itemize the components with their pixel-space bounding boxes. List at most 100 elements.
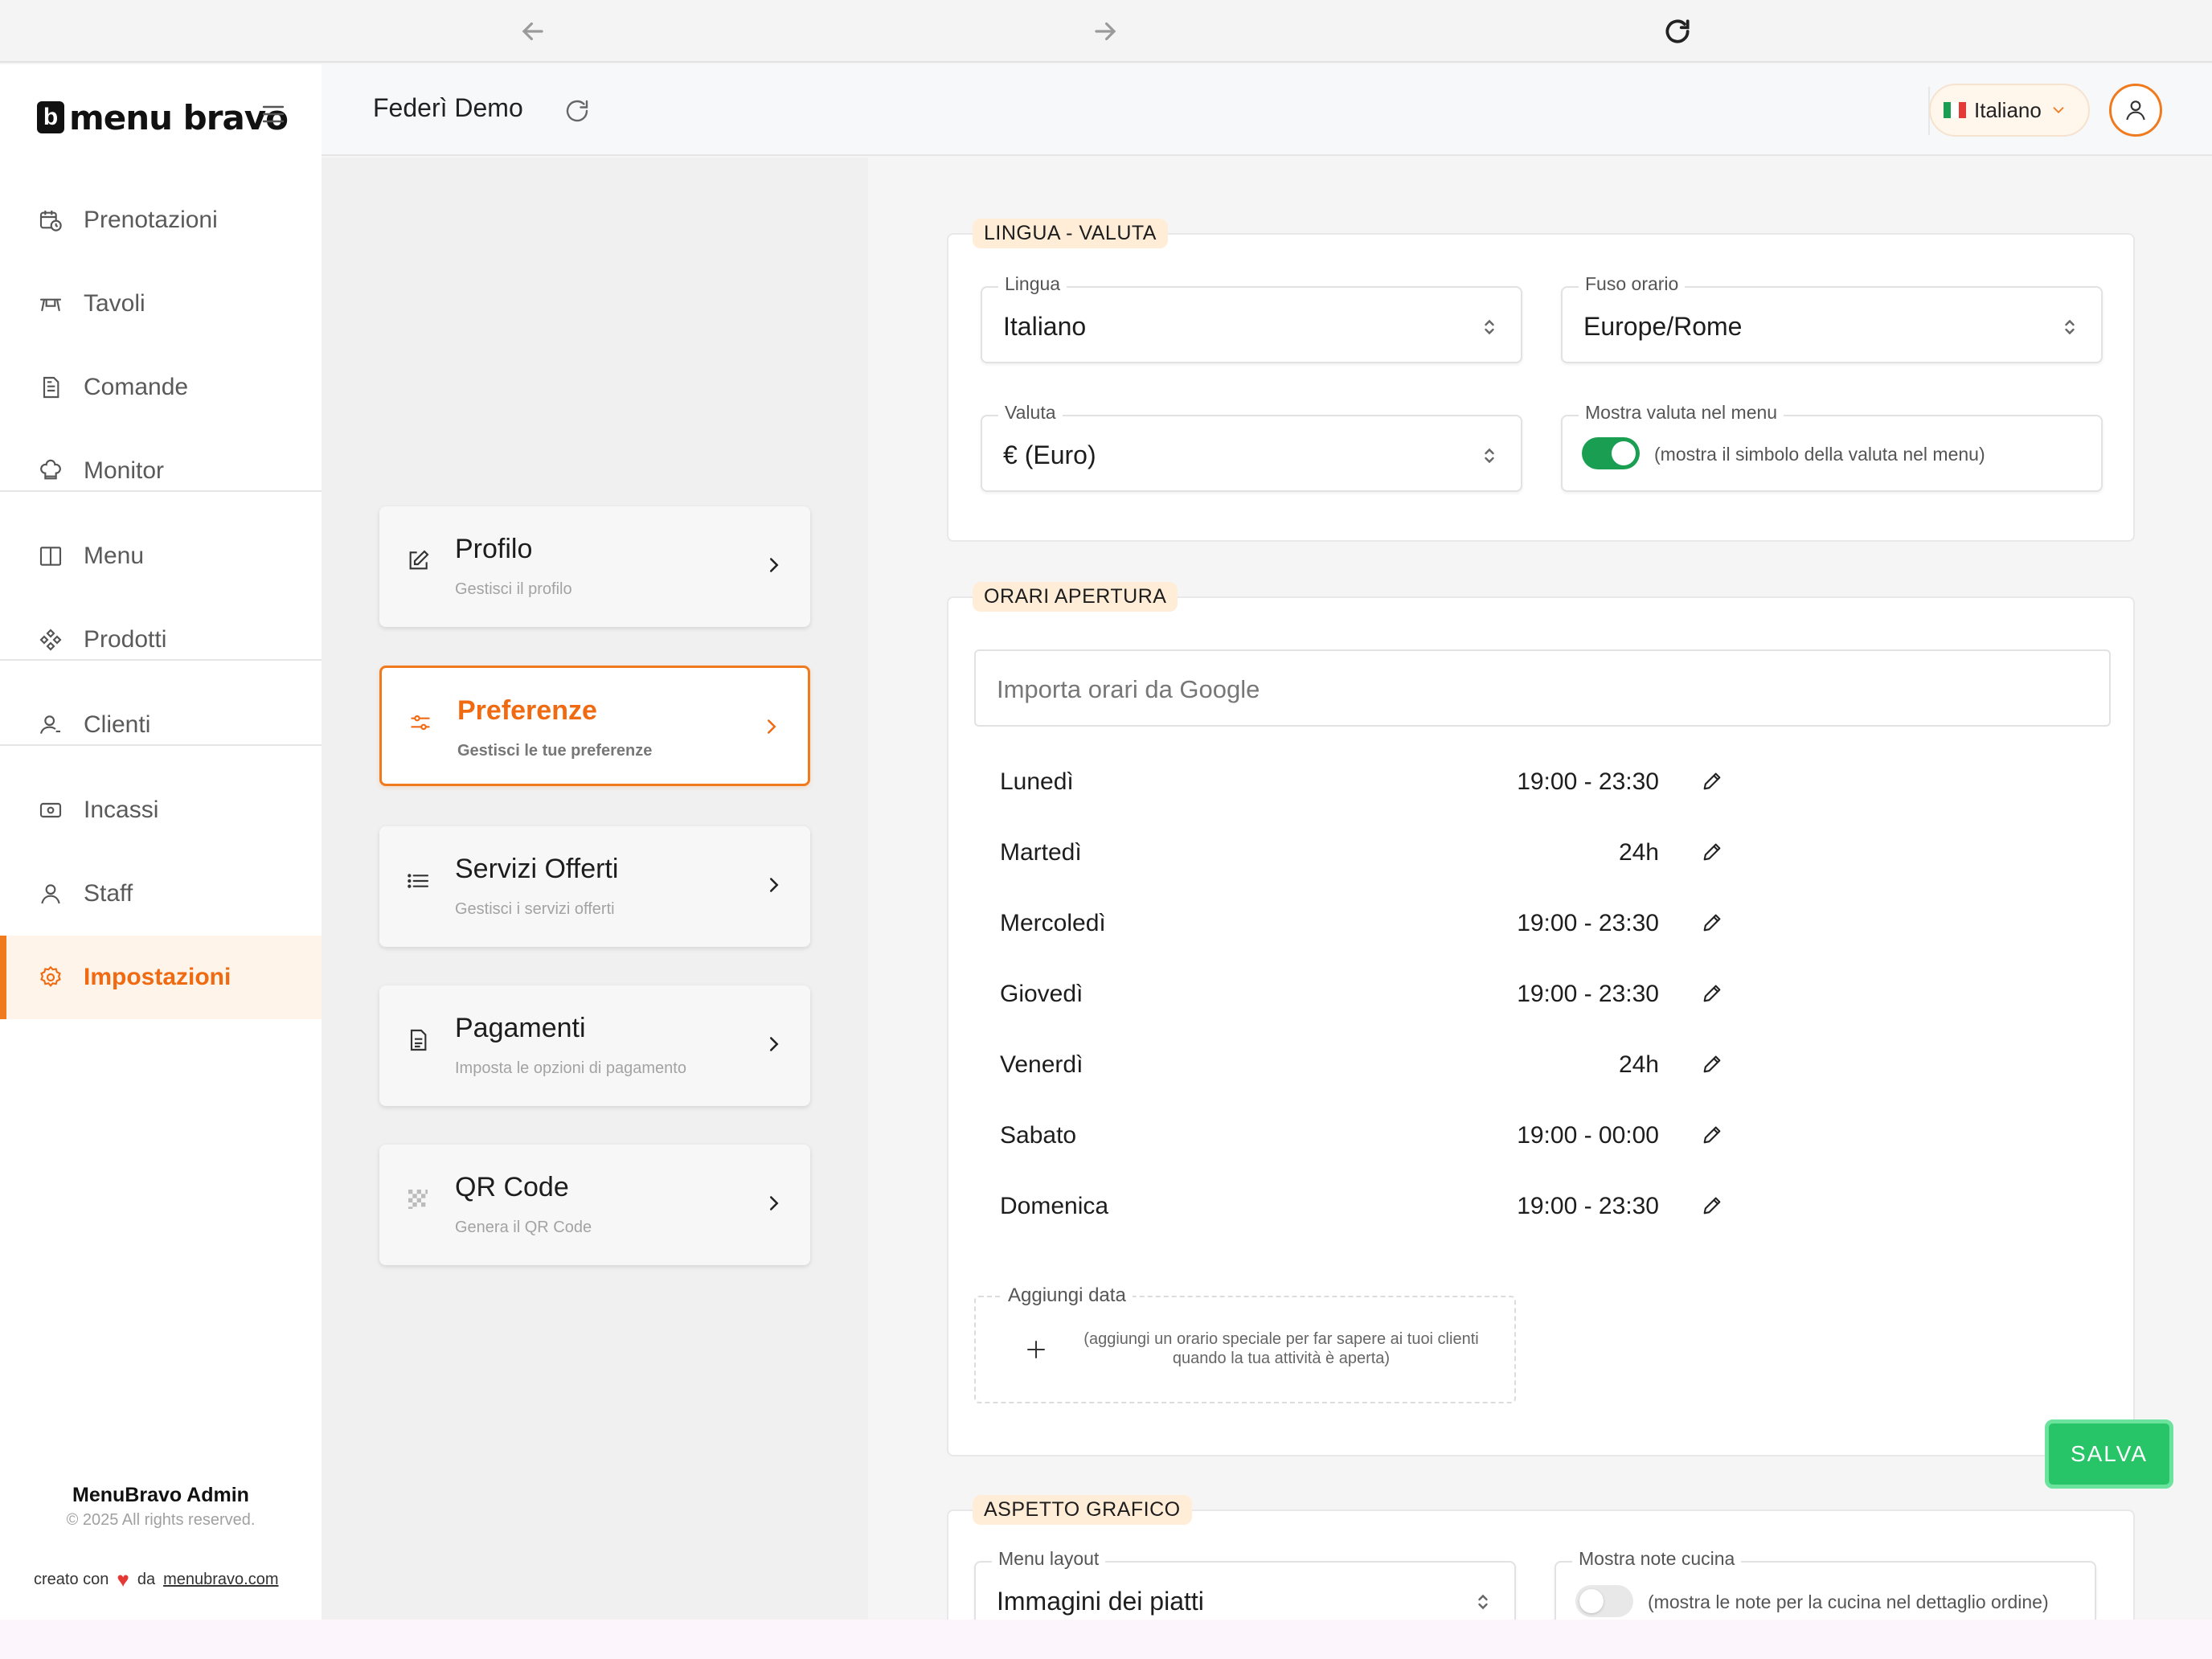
field-label: Fuso orario bbox=[1579, 273, 1686, 295]
import-label: Importa orari da Google bbox=[997, 675, 1260, 703]
menubravo-link[interactable]: menubravo.com bbox=[163, 1571, 278, 1589]
sidebar-item-incassi[interactable]: Incassi bbox=[0, 768, 322, 852]
fuso-orario-select[interactable]: Fuso orario Europe/Rome bbox=[1561, 273, 2103, 363]
sidebar-item-staff[interactable]: Staff bbox=[0, 852, 322, 936]
time-range: 24h bbox=[1618, 1051, 1659, 1078]
diamond-grid-icon bbox=[37, 626, 64, 653]
brand-logo[interactable]: b menu bravo bbox=[37, 93, 289, 141]
sidebar-item-comande[interactable]: Comande bbox=[0, 346, 322, 429]
hours-row-venerdi: Venerdì 24h bbox=[1000, 1040, 1723, 1088]
settings-card-preferenze[interactable]: Preferenze Gestisci le tue preferenze bbox=[379, 666, 810, 786]
footer-title: MenuBravo Admin bbox=[72, 1484, 249, 1506]
card-subtitle: Imposta le opzioni di pagamento bbox=[455, 1059, 686, 1077]
hours-row-martedi: Martedì 24h bbox=[1000, 828, 1723, 876]
add-special-date-button[interactable]: Aggiungi data (aggiungi un orario specia… bbox=[974, 1284, 1516, 1403]
sidebar-item-monitor[interactable]: Monitor bbox=[0, 429, 322, 513]
section-title: ORARI APERTURA bbox=[973, 582, 1178, 612]
pencil-icon[interactable] bbox=[1701, 1124, 1723, 1146]
document-icon bbox=[37, 374, 64, 401]
credit-mid: da bbox=[137, 1571, 156, 1588]
forward-button[interactable] bbox=[1088, 14, 1122, 48]
card-title: QR Code bbox=[455, 1172, 569, 1202]
back-button[interactable] bbox=[516, 14, 550, 48]
card-title: Servizi Offerti bbox=[455, 854, 619, 884]
day-label: Sabato bbox=[1000, 1122, 1077, 1149]
arrow-right-icon bbox=[1095, 22, 1116, 41]
chevron-right-icon bbox=[770, 1196, 779, 1210]
settings-navigation: Profilo Gestisci il profilo Preferenze G… bbox=[322, 158, 868, 1620]
pencil-icon[interactable] bbox=[1701, 1194, 1723, 1217]
pencil-icon[interactable] bbox=[1701, 911, 1723, 934]
calendar-clock-icon bbox=[37, 207, 64, 234]
add-date-label: Aggiungi data bbox=[1002, 1284, 1133, 1307]
logo-mark: b bbox=[37, 101, 64, 133]
chevron-right-icon bbox=[770, 1037, 779, 1051]
select-arrows-icon bbox=[2065, 319, 2075, 335]
browser-toolbar bbox=[0, 0, 2212, 63]
settings-card-profilo[interactable]: Profilo Gestisci il profilo bbox=[379, 506, 810, 627]
time-range: 24h bbox=[1618, 839, 1659, 866]
sidebar-item-label: Impostazioni bbox=[84, 964, 231, 990]
user-icon bbox=[2126, 100, 2145, 121]
field-label: Mostra valuta nel menu bbox=[1579, 402, 1784, 424]
hours-row-giovedi: Giovedì 19:00 - 23:30 bbox=[1000, 969, 1723, 1018]
table-icon bbox=[37, 290, 64, 317]
store-name: Federì Demo bbox=[373, 93, 523, 122]
hamburger-menu-icon[interactable] bbox=[259, 100, 288, 129]
arrow-left-icon bbox=[522, 22, 543, 41]
settings-card-qrcode[interactable]: QR Code Genera il QR Code bbox=[379, 1145, 810, 1265]
card-title: Profilo bbox=[455, 534, 533, 564]
section-title: LINGUA - VALUTA bbox=[973, 219, 1168, 248]
field-label: Menu layout bbox=[992, 1548, 1106, 1570]
sidebar-item-menu[interactable]: Menu bbox=[0, 514, 322, 598]
sidebar-item-label: Monitor bbox=[84, 457, 165, 484]
field-label: Valuta bbox=[998, 402, 1063, 424]
cash-icon bbox=[37, 797, 64, 824]
user-avatar[interactable] bbox=[2109, 84, 2162, 137]
sidebar-item-label: Staff bbox=[84, 880, 133, 907]
mostra-valuta-toggle[interactable] bbox=[1582, 437, 1640, 469]
language-selector[interactable]: Italiano bbox=[1929, 84, 2090, 137]
refresh-icon[interactable] bbox=[563, 96, 592, 125]
settings-card-pagamenti[interactable]: Pagamenti Imposta le opzioni di pagament… bbox=[379, 985, 810, 1106]
pencil-icon[interactable] bbox=[1701, 841, 1723, 863]
sidebar-item-prodotti[interactable]: Prodotti bbox=[0, 598, 322, 682]
card-title: Preferenze bbox=[457, 695, 597, 726]
time-range: 19:00 - 23:30 bbox=[1517, 910, 1659, 936]
heart-icon: ♥ bbox=[117, 1567, 129, 1591]
sidebar-item-tavoli[interactable]: Tavoli bbox=[0, 262, 322, 346]
sidebar-item-clienti[interactable]: Clienti bbox=[0, 683, 322, 767]
sidebar-item-prenotazioni[interactable]: Prenotazioni bbox=[0, 178, 322, 262]
day-label: Domenica bbox=[1000, 1193, 1109, 1219]
sidebar: b menu bravo Prenotazioni Tavoli Comande… bbox=[0, 64, 322, 1620]
card-subtitle: Genera il QR Code bbox=[455, 1219, 592, 1236]
hours-row-lunedi: Lunedì 19:00 - 23:30 bbox=[1000, 757, 1723, 805]
pencil-icon[interactable] bbox=[1701, 982, 1723, 1005]
settings-card-servizi[interactable]: Servizi Offerti Gestisci i servizi offer… bbox=[379, 826, 810, 947]
note-cucina-toggle[interactable] bbox=[1575, 1585, 1633, 1617]
sidebar-item-label: Prodotti bbox=[84, 626, 167, 653]
pencil-icon[interactable] bbox=[1701, 1053, 1723, 1075]
plus-icon bbox=[1027, 1341, 1045, 1358]
hours-row-sabato: Sabato 19:00 - 00:00 bbox=[1000, 1111, 1723, 1159]
field-label: Mostra note cucina bbox=[1572, 1548, 1742, 1570]
credit-prefix: creato con bbox=[34, 1571, 109, 1588]
list-icon bbox=[405, 868, 432, 895]
footer-copyright: © 2025 All rights reserved. bbox=[66, 1511, 256, 1529]
sidebar-divider bbox=[0, 490, 322, 492]
import-google-hours-button[interactable]: Importa orari da Google bbox=[974, 649, 2111, 727]
sidebar-item-impostazioni[interactable]: Impostazioni bbox=[0, 936, 322, 1019]
pencil-icon[interactable] bbox=[1701, 770, 1723, 793]
time-range: 19:00 - 00:00 bbox=[1517, 1122, 1659, 1149]
brand-name: menu bravo bbox=[69, 97, 289, 137]
toggle-description: (mostra le note per la cucina nel dettag… bbox=[1648, 1591, 2049, 1612]
section-title: ASPETTO GRAFICO bbox=[973, 1495, 1192, 1525]
lingua-select[interactable]: Lingua Italiano bbox=[981, 273, 1522, 363]
save-button[interactable]: SALVA bbox=[2045, 1419, 2173, 1489]
section-orari-apertura: ORARI APERTURA Importa orari da Google L… bbox=[947, 582, 2135, 1456]
card-subtitle: Gestisci il profilo bbox=[455, 580, 572, 598]
reload-button[interactable] bbox=[1661, 14, 1694, 48]
valuta-select[interactable]: Valuta € (Euro) bbox=[981, 402, 1522, 492]
receipt-icon bbox=[405, 1027, 432, 1055]
person-icon bbox=[37, 880, 64, 907]
